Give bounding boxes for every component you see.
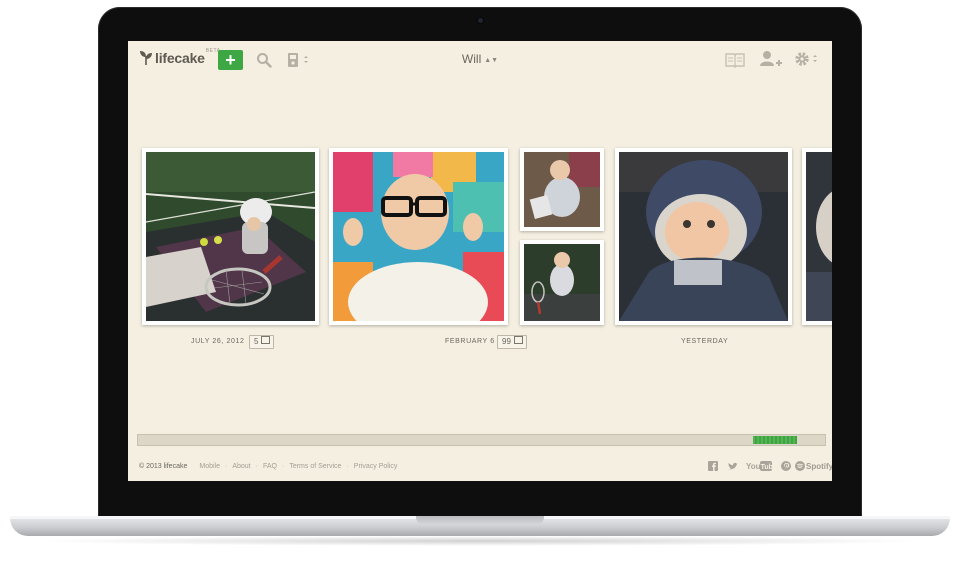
date-caption: FEBRUARY 6 <box>445 338 495 345</box>
twitter-icon[interactable] <box>727 461 739 471</box>
pinterest-icon[interactable] <box>781 461 791 471</box>
photo-image <box>524 152 600 227</box>
copyright: © 2013 lifecake <box>139 463 188 470</box>
photo-image <box>333 152 504 321</box>
footer-link-terms[interactable]: Terms of Service <box>289 463 341 470</box>
photo-baby-rug[interactable] <box>520 148 604 231</box>
spotify-link[interactable]: Spotify <box>795 461 832 471</box>
social-links: You Tube Spotify <box>708 461 832 471</box>
photo-image <box>146 152 315 321</box>
photo-baby-glasses[interactable] <box>329 148 508 325</box>
top-bar: lifecake BETA + Will ▲▼ <box>128 41 832 79</box>
footer-link-mobile[interactable]: Mobile <box>199 463 220 470</box>
photo-count-badge[interactable]: 5 <box>249 335 275 349</box>
date-caption: JULY 26, 2012 <box>191 338 245 345</box>
stack-icon <box>261 336 271 344</box>
spotify-label: Spotify <box>806 461 832 471</box>
add-person-icon[interactable] <box>759 50 783 68</box>
photo-count: 5 <box>254 337 259 346</box>
book-icon[interactable] <box>725 52 745 68</box>
svg-text:You: You <box>746 462 761 471</box>
spotify-icon <box>795 461 805 471</box>
gear-icon[interactable] <box>794 51 820 69</box>
separator: · <box>224 463 228 470</box>
separator: · <box>281 463 285 470</box>
photo-tennis-court[interactable] <box>142 148 319 325</box>
timeline-scrollbar[interactable] <box>137 434 826 446</box>
stack-icon <box>513 336 523 344</box>
webcam <box>476 16 485 25</box>
photo-image <box>524 244 600 321</box>
youtube-icon[interactable]: You Tube <box>746 461 772 471</box>
photo-image <box>806 152 832 321</box>
footer-link-privacy[interactable]: Privacy Policy <box>354 463 398 470</box>
laptop-notch <box>416 516 544 525</box>
separator: · <box>255 463 258 470</box>
user-name: Will <box>461 52 482 66</box>
footer-link-about[interactable]: About <box>232 463 250 470</box>
chevron-updown-icon: ▲▼ <box>484 57 499 64</box>
photo-partial[interactable] <box>802 148 832 325</box>
photo-baby-hood[interactable] <box>615 148 792 325</box>
photo-count-badge[interactable]: 99 <box>497 335 527 349</box>
scrollbar-thumb[interactable] <box>753 436 797 444</box>
svg-text:Tube: Tube <box>761 464 772 471</box>
photo-image <box>619 152 788 321</box>
photo-count: 99 <box>502 337 511 346</box>
footer-link-faq[interactable]: FAQ <box>263 463 277 470</box>
laptop-shadow <box>30 536 930 546</box>
date-caption: YESTERDAY <box>681 338 729 345</box>
app-screen: lifecake BETA + Will ▲▼ JULY 26, 2012 5 … <box>128 41 832 481</box>
facebook-icon[interactable] <box>708 461 718 471</box>
separator: · <box>346 463 349 470</box>
footer: © 2013 lifecake Mobile · About · FAQ · T… <box>139 463 397 470</box>
photo-baby-racket[interactable] <box>520 240 604 325</box>
